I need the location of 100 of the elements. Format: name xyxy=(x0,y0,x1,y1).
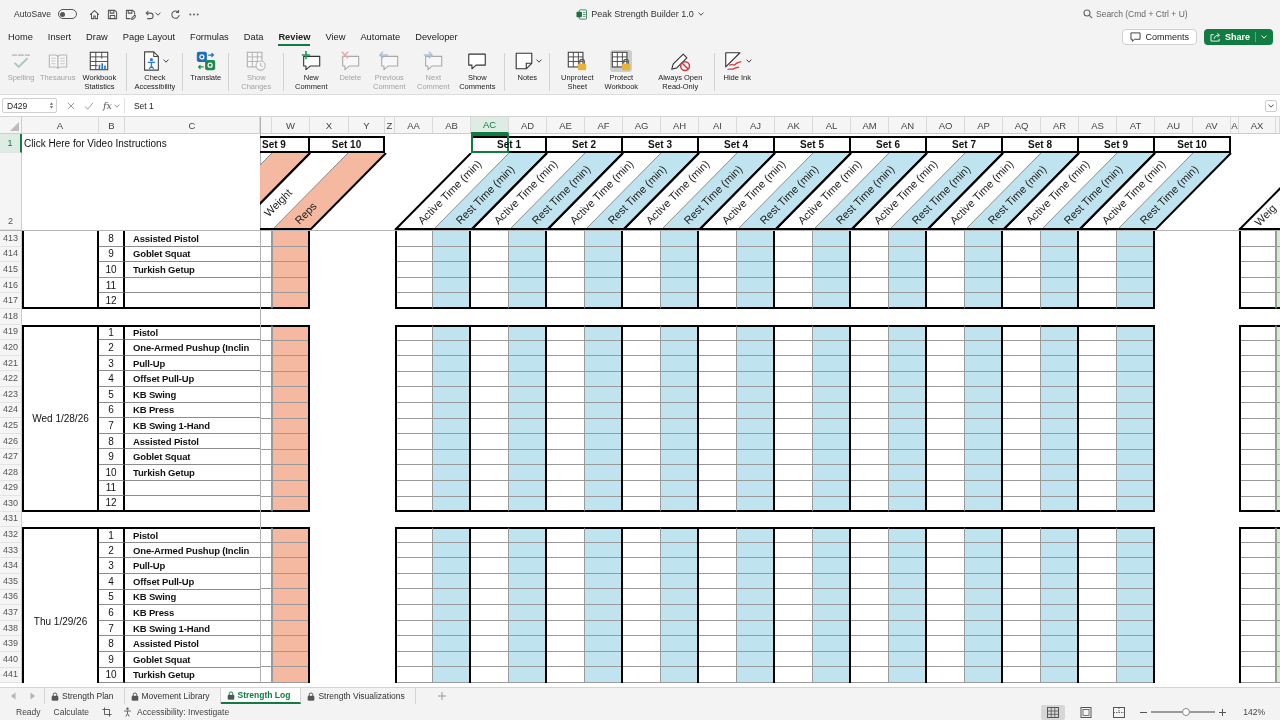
row-header[interactable]: 417 xyxy=(0,293,22,309)
column-header[interactable]: AI xyxy=(699,117,737,134)
expand-caret-icon[interactable] xyxy=(1265,99,1277,112)
exercise-number: 8 xyxy=(99,636,125,653)
exercise-name: Turkish Getup xyxy=(125,464,260,481)
column-header[interactable]: AG xyxy=(623,117,661,134)
column-header[interactable]: AQ xyxy=(1003,117,1041,134)
column-header[interactable]: AM xyxy=(851,117,889,134)
row-header[interactable]: 2 xyxy=(0,153,22,230)
ribbon-tab[interactable]: Formulas xyxy=(190,28,229,46)
save-icon[interactable] xyxy=(106,8,118,20)
slider-thumb[interactable] xyxy=(1181,708,1190,716)
autosave-label: AutoSave xyxy=(14,9,51,19)
row-header[interactable]: 427 xyxy=(0,449,22,465)
column-header[interactable]: AF xyxy=(585,117,623,134)
ribbon-tab[interactable]: Home xyxy=(8,28,33,46)
sheet-tab[interactable]: Strength Log xyxy=(220,688,302,704)
formula-field[interactable]: Set 1 xyxy=(123,98,1261,113)
row-header[interactable]: 432 xyxy=(0,527,22,543)
column-header[interactable]: X xyxy=(310,117,349,134)
insert-function-button[interactable]: fx xyxy=(103,100,112,111)
column-header[interactable]: AL xyxy=(813,117,851,134)
ribbon-tab[interactable]: Automate xyxy=(360,28,401,46)
ribbon-tab[interactable]: Developer xyxy=(415,28,458,46)
column-header[interactable]: AB xyxy=(433,117,471,134)
column-header[interactable]: AU xyxy=(1155,117,1193,134)
video-instructions-link[interactable]: Click Here for Video Instructions xyxy=(22,138,167,149)
search-field[interactable]: Search (Cmd + Ctrl + U) xyxy=(1096,9,1202,19)
row-header[interactable]: 425 xyxy=(0,418,22,434)
exercise-name: Turkish Getup xyxy=(125,262,260,278)
ribbon-tab[interactable]: View xyxy=(325,28,346,46)
column-header[interactable]: AN xyxy=(889,117,927,134)
row-header[interactable]: 434 xyxy=(0,558,22,575)
floppy-pencil-icon[interactable] xyxy=(124,8,136,20)
exercise-name: KB Swing xyxy=(125,386,260,403)
calculate-button[interactable]: Calculate xyxy=(53,707,89,717)
column-header[interactable]: Z xyxy=(385,117,395,134)
row-header[interactable]: 440 xyxy=(0,652,22,668)
check-icon[interactable] xyxy=(84,101,94,110)
caret-icon xyxy=(163,59,170,63)
exercise-number: 5 xyxy=(99,386,125,403)
column-header[interactable]: AH xyxy=(661,117,699,134)
column-header[interactable]: A xyxy=(22,117,99,134)
column-header[interactable]: AE xyxy=(547,117,585,134)
exercise-number: 9 xyxy=(99,652,125,668)
zoom-level[interactable]: 142% xyxy=(1243,707,1265,717)
ribbon-tab[interactable]: Insert xyxy=(47,28,72,46)
caret-icon xyxy=(745,59,752,63)
grid-icon[interactable] xyxy=(1041,704,1066,720)
row-header[interactable]: 435 xyxy=(0,574,22,590)
column-header[interactable]: AK xyxy=(775,117,813,134)
name-box[interactable]: D429 xyxy=(2,98,57,113)
plus-icon[interactable] xyxy=(1219,708,1227,716)
row-header[interactable]: 1 xyxy=(0,134,22,153)
row-header[interactable]: 422 xyxy=(0,371,22,387)
row-header[interactable]: 413 xyxy=(0,231,22,247)
column-header[interactable]: AA xyxy=(395,117,433,134)
home-icon[interactable] xyxy=(88,8,100,20)
exercise-name: Pull-Up xyxy=(125,355,260,372)
exercise-number: 12 xyxy=(99,293,125,309)
row-header[interactable]: 420 xyxy=(0,340,22,356)
column-header[interactable]: C xyxy=(125,117,260,134)
ribbon-tab[interactable]: Data xyxy=(243,28,264,46)
cross-icon[interactable] xyxy=(67,101,75,110)
column-header[interactable]: AO xyxy=(927,117,965,134)
ribbon-tab[interactable]: Page Layout xyxy=(122,28,175,46)
ribbon-tab[interactable]: Review xyxy=(278,28,311,46)
comment-icon xyxy=(1130,32,1142,42)
row-header[interactable]: 430 xyxy=(0,496,22,512)
exercise-number: 10 xyxy=(99,262,125,278)
column-header[interactable]: AD xyxy=(509,117,547,134)
row-header[interactable]: 415 xyxy=(0,262,22,278)
column-header[interactable]: Y xyxy=(349,117,385,134)
exercise-name: Pull-Up xyxy=(125,558,260,575)
column-header[interactable]: B xyxy=(99,117,125,134)
column-header[interactable]: AT xyxy=(1117,117,1155,134)
column-header[interactable]: AC xyxy=(471,117,509,134)
comments-button[interactable]: Comments xyxy=(1122,29,1197,45)
column-header[interactable]: AS xyxy=(1079,117,1117,134)
column-header[interactable]: W xyxy=(272,117,310,134)
row-header[interactable]: 439 xyxy=(0,636,22,653)
share-button[interactable]: Share xyxy=(1204,29,1273,45)
circular-arrow-icon[interactable] xyxy=(169,8,181,20)
document-title[interactable]: Peak Strength Builder 1.0 xyxy=(591,9,694,19)
ribbon-tab[interactable]: Draw xyxy=(86,28,108,46)
column-header[interactable]: AV xyxy=(1193,117,1231,134)
column-header[interactable]: AJ xyxy=(737,117,775,134)
tiles-arrows-icon xyxy=(194,50,217,72)
row-header[interactable]: 437 xyxy=(0,605,22,621)
comment-right-arrow-icon xyxy=(422,50,445,72)
exercise-name: KB Press xyxy=(125,402,260,419)
column-header[interactable]: AP xyxy=(965,117,1003,134)
caret-icon xyxy=(535,59,542,63)
accessibility-status[interactable]: Accessibility: Investigate xyxy=(137,707,230,717)
crop-marks-icon[interactable] xyxy=(102,707,112,717)
exercise-number: 5 xyxy=(99,589,125,606)
column-header[interactable]: AR xyxy=(1041,117,1079,134)
column-header[interactable]: AX xyxy=(1239,117,1276,134)
exercise-number: 1 xyxy=(99,324,125,341)
lock-icon xyxy=(130,691,139,701)
